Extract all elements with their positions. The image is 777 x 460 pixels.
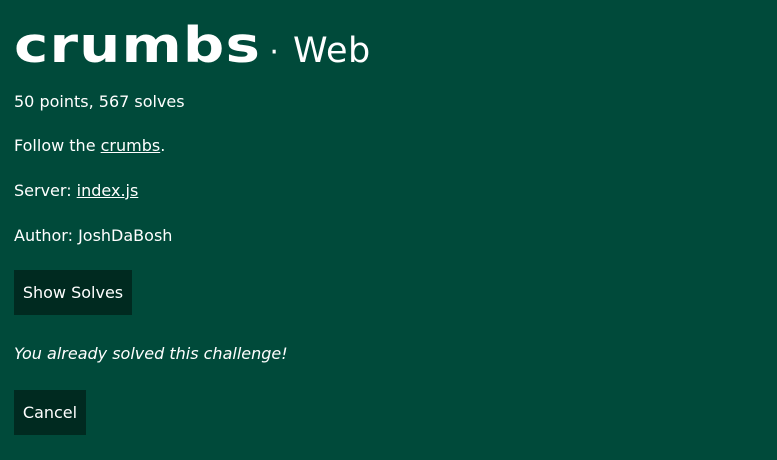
server-line: Server: index.js	[14, 181, 138, 201]
challenge-header: crumbs · Web	[14, 18, 371, 74]
challenge-description: Follow the crumbs.	[14, 136, 165, 156]
challenge-title: crumbs	[14, 17, 262, 74]
description-suffix: .	[160, 136, 166, 155]
show-solves-button[interactable]: Show Solves	[14, 270, 132, 315]
server-file-link[interactable]: index.js	[77, 181, 139, 200]
solved-status-message: You already solved this challenge!	[14, 344, 288, 363]
server-label: Server:	[14, 181, 77, 200]
cancel-button[interactable]: Cancel	[14, 390, 86, 435]
challenge-category: Web	[292, 31, 371, 71]
description-prefix: Follow the	[14, 136, 101, 155]
crumbs-link[interactable]: crumbs	[101, 136, 161, 155]
author-line: Author: JoshDaBosh	[14, 226, 173, 245]
title-separator: ·	[269, 35, 279, 70]
points-solves: 50 points, 567 solves	[14, 92, 185, 111]
